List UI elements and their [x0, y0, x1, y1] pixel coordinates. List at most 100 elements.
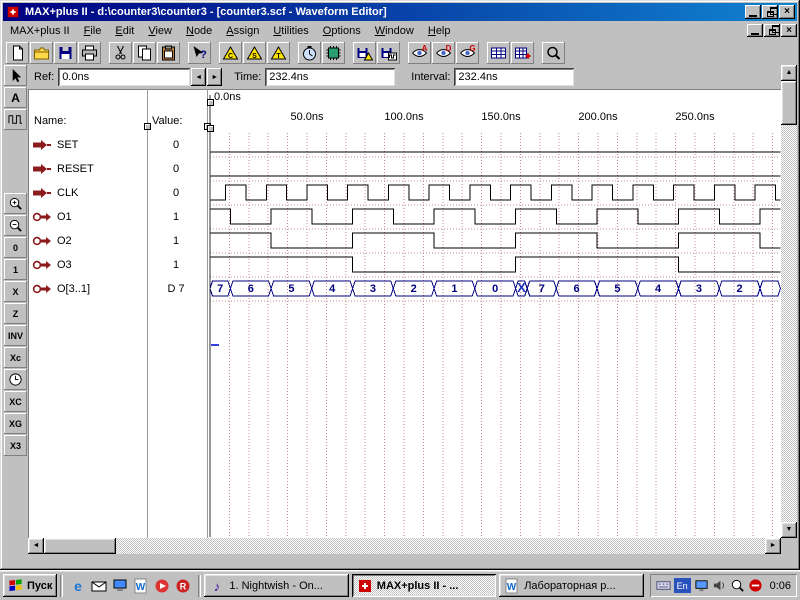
ref-step-left-button[interactable]: ◄ — [191, 68, 206, 86]
signal-row-o3[interactable]: O31 — [28, 253, 207, 277]
scroll-right-button[interactable]: ► — [765, 538, 781, 554]
minimize-button[interactable] — [745, 5, 761, 19]
tray-antivirus-icon[interactable] — [748, 578, 763, 593]
name-column-resize-handle[interactable] — [144, 123, 151, 130]
mdi-close-button[interactable]: × — [781, 24, 797, 37]
waveform-plot[interactable]: 76543210X765432 — [207, 89, 781, 538]
set-count-value-tool-button[interactable]: Xc — [4, 347, 27, 368]
restore-button[interactable] — [762, 5, 778, 19]
interval-input[interactable]: 232.4ns — [454, 68, 574, 86]
ungroup-tool-button[interactable]: XG — [4, 413, 27, 434]
signal-name[interactable]: CLK — [57, 187, 78, 199]
menu-assign[interactable]: Assign — [219, 23, 266, 39]
set-undefined-tool-button[interactable]: X — [4, 281, 27, 302]
menu-edit[interactable]: Edit — [108, 23, 141, 39]
invert-tool-button[interactable]: INV — [4, 325, 27, 346]
menu-options[interactable]: Options — [316, 23, 368, 39]
signal-name[interactable]: RESET — [57, 163, 94, 175]
vertical-scroll-track[interactable] — [781, 125, 797, 522]
horizontal-scroll-track[interactable] — [116, 538, 765, 554]
language-indicator[interactable]: En — [674, 578, 691, 593]
scroll-left-button[interactable]: ◄ — [28, 538, 44, 554]
timing-analyzer-button[interactable]: T — [267, 42, 290, 64]
menu-help[interactable]: Help — [421, 23, 458, 39]
menu-view[interactable]: View — [141, 23, 179, 39]
tray-volume-icon[interactable] — [712, 578, 727, 593]
view-normal-size-button[interactable]: D — [432, 42, 455, 64]
task-button-1[interactable]: ♪1. Nightwish - On... — [204, 574, 348, 597]
new-file-button[interactable] — [6, 42, 29, 64]
set-low-tool-button[interactable]: 0 — [4, 237, 27, 258]
mdi-restore-button[interactable] — [764, 24, 780, 37]
compiler-button[interactable]: C — [219, 42, 242, 64]
signal-row-o31[interactable]: O[3..1]D 7 — [28, 277, 207, 301]
horizontal-scrollbar[interactable]: ◄ ► — [28, 538, 781, 554]
vertical-scroll-thumb[interactable] — [781, 81, 797, 125]
media-player-shortcut[interactable] — [152, 575, 172, 596]
save-file-button[interactable] — [54, 42, 77, 64]
real-player-shortcut[interactable]: R — [173, 575, 193, 596]
signal-row-o2[interactable]: O21 — [28, 229, 207, 253]
outlook-express-shortcut[interactable] — [89, 575, 109, 596]
set-high-impedance-tool-button[interactable]: Z — [4, 303, 27, 324]
ref-input[interactable]: 0.0ns — [58, 68, 190, 86]
signal-name[interactable]: SET — [57, 139, 78, 151]
bus-value-tool-button[interactable]: X3 — [4, 435, 27, 456]
show-desktop-shortcut[interactable] — [110, 575, 130, 596]
zoom-window-button[interactable] — [542, 42, 565, 64]
group-tool-button[interactable]: XC — [4, 391, 27, 412]
paste-button[interactable] — [157, 42, 180, 64]
zoom-out-tool-button[interactable] — [4, 215, 27, 236]
vertical-scrollbar[interactable]: ▲ ▼ — [781, 65, 797, 538]
menu-utilities[interactable]: Utilities — [266, 23, 315, 39]
menu-max-plus-ii[interactable]: MAX+plus II — [3, 23, 77, 39]
waveform-canvas[interactable]: 0.0ns Name: Value: SET0RESET0CLK0O11O21O… — [28, 89, 781, 538]
signal-name[interactable]: O3 — [57, 259, 72, 271]
scroll-up-button[interactable]: ▲ — [781, 65, 797, 81]
zoom-in-tool-button[interactable] — [4, 193, 27, 214]
mdi-minimize-button[interactable] — [747, 24, 763, 37]
ref-step-right-button[interactable]: ► — [207, 68, 222, 86]
view-fit-in-window-button[interactable]: A — [408, 42, 431, 64]
menu-file[interactable]: File — [77, 23, 109, 39]
cut-button[interactable] — [109, 42, 132, 64]
signal-row-clk[interactable]: CLK0 — [28, 181, 207, 205]
device-programmer-button[interactable] — [322, 42, 345, 64]
time-cursor-handle-bottom[interactable] — [207, 125, 214, 132]
set-clock-tool-button[interactable] — [4, 369, 27, 390]
save-and-compile-button[interactable] — [353, 42, 376, 64]
signal-name[interactable]: O[3..1] — [57, 283, 90, 295]
copy-button[interactable] — [133, 42, 156, 64]
word-shortcut[interactable]: W — [131, 575, 151, 596]
open-file-button[interactable] — [30, 42, 53, 64]
tray-display-icon[interactable] — [694, 578, 709, 593]
close-button[interactable]: × — [779, 5, 795, 19]
signal-row-reset[interactable]: RESET0 — [28, 157, 207, 181]
time-input[interactable]: 232.4ns — [265, 68, 395, 86]
horizontal-scroll-thumb[interactable] — [44, 538, 116, 554]
signal-name[interactable]: O2 — [57, 235, 72, 247]
simulator-button[interactable]: S — [243, 42, 266, 64]
task-button-3[interactable]: WЛабораторная р... — [499, 574, 643, 597]
task-button-2[interactable]: MAX+plus II - ... — [352, 574, 496, 597]
waveform-editing-tool-button[interactable] — [4, 109, 27, 130]
project-add-button[interactable] — [511, 42, 534, 64]
signal-row-o1[interactable]: O11 — [28, 205, 207, 229]
print-button[interactable] — [78, 42, 101, 64]
application-icon[interactable] — [6, 5, 21, 20]
save-and-simulate-button[interactable] — [377, 42, 400, 64]
start-button[interactable]: Пуск — [3, 574, 57, 597]
set-high-tool-button[interactable]: 1 — [4, 259, 27, 280]
time-cursor-handle-top[interactable] — [207, 99, 214, 106]
signal-name[interactable]: O1 — [57, 211, 72, 223]
view-group-button[interactable]: G — [456, 42, 479, 64]
scroll-down-button[interactable]: ▼ — [781, 522, 797, 538]
menu-node[interactable]: Node — [179, 23, 219, 39]
hierarchy-display-button[interactable] — [487, 42, 510, 64]
context-help-button[interactable]: ? — [188, 42, 211, 64]
tray-scheduler-icon[interactable] — [656, 578, 671, 593]
timer-button[interactable] — [298, 42, 321, 64]
signal-row-set[interactable]: SET0 — [28, 133, 207, 157]
internet-explorer-shortcut[interactable]: e — [68, 575, 88, 596]
text-tool-button[interactable]: A — [4, 87, 27, 108]
